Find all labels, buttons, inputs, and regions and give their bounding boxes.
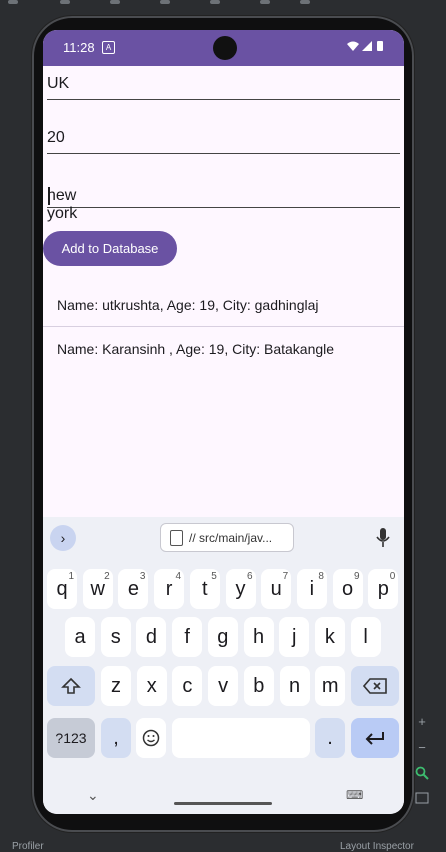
add-to-database-button[interactable]: Add to Database bbox=[43, 231, 177, 266]
toolbar-icon[interactable] bbox=[8, 0, 18, 4]
device-screen: 11:28 A UK 20 new york Add to Database N… bbox=[43, 30, 404, 814]
status-time: 11:28 bbox=[63, 40, 95, 55]
ide-toolbar bbox=[0, 0, 446, 10]
key-e[interactable]: e3 bbox=[118, 569, 149, 609]
list-item: Name: utkrushta, Age: 19, City: gadhingl… bbox=[57, 297, 319, 313]
shift-key[interactable] bbox=[47, 666, 95, 706]
city-field-value: new york bbox=[47, 187, 78, 222]
key-n[interactable]: n bbox=[279, 666, 310, 706]
gesture-bar[interactable] bbox=[174, 802, 272, 805]
mic-icon[interactable] bbox=[376, 527, 390, 549]
age-field-value: 20 bbox=[47, 129, 65, 146]
key-s[interactable]: s bbox=[100, 617, 131, 657]
layout-inspector-tab[interactable]: Layout Inspector bbox=[340, 841, 414, 852]
keyboard-switch-icon[interactable]: ⌨ bbox=[346, 788, 363, 802]
key-b[interactable]: b bbox=[243, 666, 274, 706]
toolbar-icon[interactable] bbox=[60, 0, 70, 4]
key-t[interactable]: t5 bbox=[189, 569, 220, 609]
period-key[interactable]: . bbox=[315, 718, 345, 758]
enter-key[interactable] bbox=[351, 718, 399, 758]
country-field-value: UK bbox=[47, 75, 70, 92]
key-l[interactable]: l bbox=[350, 617, 381, 657]
key-o[interactable]: o9 bbox=[332, 569, 363, 609]
list-item: Name: Karansinh , Age: 19, City: Batakan… bbox=[57, 341, 335, 357]
clipboard-suggestion[interactable]: // src/main/jav... bbox=[160, 523, 294, 552]
profiler-tab[interactable]: Profiler bbox=[12, 841, 44, 852]
status-icons bbox=[346, 40, 386, 55]
clipboard-icon bbox=[170, 530, 183, 546]
zoom-out-icon[interactable]: − bbox=[414, 740, 430, 756]
battery-icon bbox=[377, 41, 383, 51]
divider bbox=[43, 326, 404, 327]
toolbar-icon[interactable] bbox=[300, 0, 310, 4]
key-c[interactable]: c bbox=[172, 666, 203, 706]
key-g[interactable]: g bbox=[207, 617, 238, 657]
space-key[interactable] bbox=[172, 718, 310, 758]
key-a[interactable]: a bbox=[65, 617, 95, 657]
key-m[interactable]: m bbox=[315, 666, 346, 706]
backspace-key[interactable] bbox=[351, 666, 399, 706]
key-w[interactable]: w2 bbox=[82, 569, 113, 609]
city-field[interactable]: new york bbox=[47, 179, 400, 222]
key-j[interactable]: j bbox=[279, 617, 310, 657]
signal-icon bbox=[362, 41, 372, 51]
camera-cutout bbox=[213, 36, 237, 60]
symbols-key[interactable]: ?123 bbox=[47, 718, 95, 758]
age-field[interactable]: 20 bbox=[47, 125, 400, 154]
soft-keyboard: › // src/main/jav... q1w2e3r4t5y6u7i8o9p… bbox=[43, 517, 404, 814]
key-q[interactable]: q1 bbox=[47, 569, 77, 609]
hide-keyboard-icon[interactable]: ⌄ bbox=[87, 787, 99, 804]
country-field[interactable]: UK bbox=[47, 71, 400, 100]
comma-key[interactable]: , bbox=[101, 718, 131, 758]
key-d[interactable]: d bbox=[136, 617, 167, 657]
clipboard-text: // src/main/jav... bbox=[189, 531, 273, 545]
expand-toolbar-button[interactable]: › bbox=[50, 525, 76, 551]
key-r[interactable]: r4 bbox=[154, 569, 185, 609]
text-cursor bbox=[48, 187, 50, 205]
notification-icon: A bbox=[102, 41, 115, 54]
key-h[interactable]: h bbox=[243, 617, 274, 657]
key-u[interactable]: u7 bbox=[261, 569, 292, 609]
wifi-icon bbox=[347, 41, 359, 51]
key-f[interactable]: f bbox=[172, 617, 203, 657]
key-z[interactable]: z bbox=[101, 666, 131, 706]
key-y[interactable]: y6 bbox=[225, 569, 256, 609]
toolbar-icon[interactable] bbox=[110, 0, 120, 4]
status-bar: 11:28 A bbox=[43, 30, 404, 66]
key-p[interactable]: p0 bbox=[368, 569, 399, 609]
key-k[interactable]: k bbox=[314, 617, 345, 657]
ide-status-bar: Profiler Layout Inspector bbox=[0, 836, 446, 852]
toolbar-icon[interactable] bbox=[160, 0, 170, 4]
keyboard-suggestion-bar: › // src/main/jav... bbox=[43, 517, 404, 559]
key-v[interactable]: v bbox=[208, 666, 239, 706]
fit-screen-icon[interactable] bbox=[414, 792, 430, 808]
emoji-key[interactable] bbox=[136, 718, 166, 758]
search-icon[interactable] bbox=[414, 766, 430, 782]
zoom-in-icon[interactable]: + bbox=[414, 714, 430, 730]
key-i[interactable]: i8 bbox=[296, 569, 327, 609]
toolbar-icon[interactable] bbox=[260, 0, 270, 4]
toolbar-icon[interactable] bbox=[210, 0, 220, 4]
key-x[interactable]: x bbox=[136, 666, 167, 706]
